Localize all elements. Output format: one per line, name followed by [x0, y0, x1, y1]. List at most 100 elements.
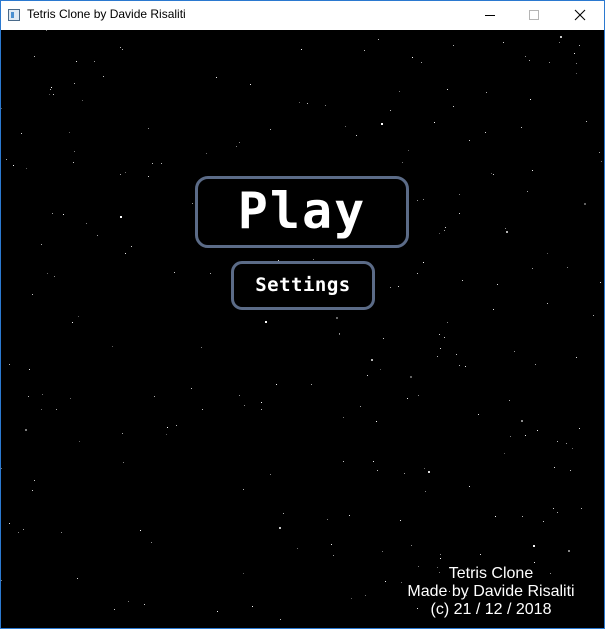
star	[131, 246, 132, 247]
star	[557, 441, 558, 442]
star	[191, 388, 192, 389]
star	[49, 94, 50, 95]
star	[402, 162, 403, 163]
star	[154, 396, 155, 397]
title-bar[interactable]: Tetris Clone by Davide Risaliti	[1, 1, 604, 30]
star	[491, 173, 492, 174]
star	[593, 315, 594, 316]
star	[383, 338, 384, 339]
star	[174, 272, 175, 273]
star	[261, 402, 262, 403]
star	[74, 83, 75, 84]
star	[557, 512, 558, 513]
starfield-background	[1, 30, 602, 620]
star	[140, 530, 141, 531]
star	[152, 163, 153, 164]
star	[553, 508, 554, 509]
star	[70, 398, 71, 399]
star	[411, 545, 412, 546]
star	[333, 555, 334, 556]
star	[559, 42, 560, 43]
settings-button[interactable]: Settings	[231, 261, 375, 310]
star	[529, 60, 530, 61]
star	[364, 50, 365, 51]
star	[554, 467, 555, 468]
star	[385, 581, 386, 582]
star	[579, 428, 580, 429]
star	[349, 515, 350, 516]
star	[144, 604, 145, 605]
star	[373, 461, 374, 462]
close-button[interactable]	[557, 1, 603, 30]
star	[61, 532, 62, 533]
star	[521, 127, 522, 128]
star	[26, 168, 27, 169]
star	[504, 453, 505, 454]
star	[378, 39, 379, 40]
play-button[interactable]: Play	[195, 176, 409, 248]
star	[192, 203, 193, 204]
star	[447, 89, 448, 90]
star	[243, 573, 244, 574]
star	[56, 409, 57, 410]
star	[437, 356, 438, 357]
star	[600, 282, 601, 283]
star	[421, 62, 422, 63]
star	[576, 63, 577, 64]
minimize-button[interactable]	[467, 1, 513, 30]
star	[51, 87, 52, 88]
star	[103, 76, 104, 77]
star	[506, 231, 508, 233]
star	[280, 619, 281, 620]
star	[459, 365, 460, 366]
star	[32, 490, 33, 491]
star	[120, 174, 121, 175]
star	[537, 430, 538, 431]
star	[510, 436, 511, 437]
star	[114, 609, 115, 610]
star	[97, 235, 98, 236]
star	[236, 146, 237, 147]
star	[217, 611, 218, 612]
star	[456, 354, 457, 355]
star	[73, 162, 74, 163]
star	[439, 334, 440, 335]
star	[276, 384, 277, 385]
star	[167, 427, 168, 428]
star	[47, 273, 48, 274]
star	[445, 227, 446, 228]
star	[343, 461, 344, 462]
star	[485, 132, 486, 133]
star	[469, 140, 470, 141]
star	[78, 316, 79, 317]
star	[52, 213, 53, 214]
star	[46, 30, 47, 31]
star	[514, 351, 515, 352]
star	[434, 122, 435, 123]
star	[125, 172, 126, 173]
star	[527, 191, 528, 192]
game-window: Tetris Clone by Davide Risaliti Play Set…	[0, 0, 605, 629]
star	[239, 395, 240, 396]
maximize-button[interactable]	[511, 1, 557, 30]
star	[439, 233, 440, 234]
star	[453, 106, 454, 107]
star	[586, 121, 587, 122]
star	[465, 366, 466, 367]
star	[365, 595, 366, 596]
star	[1, 468, 2, 469]
star	[41, 244, 42, 245]
star	[148, 176, 149, 177]
star	[270, 474, 271, 475]
star	[440, 558, 441, 559]
star	[382, 551, 383, 552]
star	[202, 409, 203, 410]
star	[376, 421, 377, 422]
star	[21, 133, 22, 134]
star	[327, 519, 328, 520]
game-canvas: Play Settings Tetris Clone Made by David…	[1, 30, 604, 628]
star	[25, 429, 27, 431]
star	[440, 348, 441, 349]
star	[423, 262, 424, 263]
star	[112, 346, 113, 347]
